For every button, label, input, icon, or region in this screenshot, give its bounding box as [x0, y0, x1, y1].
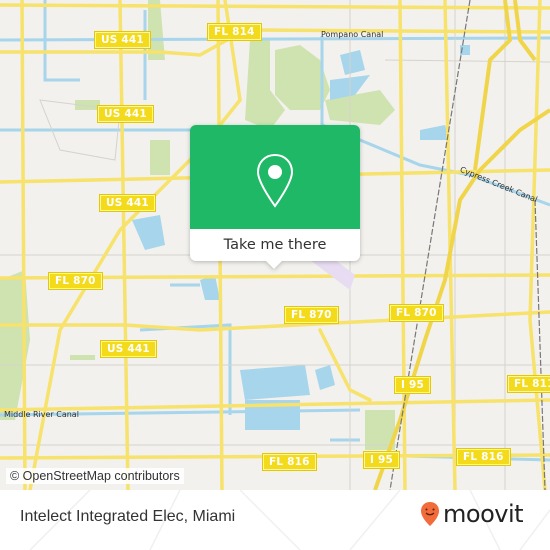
- map-attribution[interactable]: © OpenStreetMap contributors: [6, 468, 184, 484]
- location-popup: Take me there: [190, 125, 360, 269]
- road-shield-us441: US 441: [101, 341, 156, 357]
- popup-pointer: [265, 260, 283, 269]
- road-shield-i95: I 95: [395, 377, 430, 393]
- road-shield-fl870: FL 870: [49, 273, 102, 289]
- footer: Intelect Integrated Elec, Miami moovit: [0, 490, 550, 550]
- road-shield-fl870: FL 870: [390, 305, 443, 321]
- popup-header: [190, 125, 360, 229]
- moovit-logo[interactable]: moovit: [420, 500, 524, 528]
- road-shield-i95: I 95: [364, 452, 399, 468]
- take-me-there-button[interactable]: Take me there: [190, 229, 360, 261]
- water-label-middle-river: Middle River Canal: [4, 410, 79, 419]
- moovit-smiley-pin-icon: [421, 502, 439, 526]
- place-name: Intelect Integrated Elec, Miami: [20, 508, 236, 525]
- road-shield-us441: US 441: [98, 106, 153, 122]
- road-shield-fl870: FL 870: [285, 307, 338, 323]
- road-shield-fl816: FL 816: [263, 454, 316, 470]
- road-shield-fl816: FL 816: [457, 449, 510, 465]
- road-shield-us441: US 441: [95, 32, 150, 48]
- moovit-wordmark: moovit: [443, 500, 524, 528]
- water-label-pompano: Pompano Canal: [321, 30, 384, 39]
- road-shield-us441: US 441: [100, 195, 155, 211]
- road-shield-fl811: FL 811: [508, 376, 550, 392]
- location-pin-icon: [256, 153, 294, 208]
- road-shield-fl814: FL 814: [208, 24, 261, 40]
- take-me-there-label: Take me there: [223, 237, 327, 253]
